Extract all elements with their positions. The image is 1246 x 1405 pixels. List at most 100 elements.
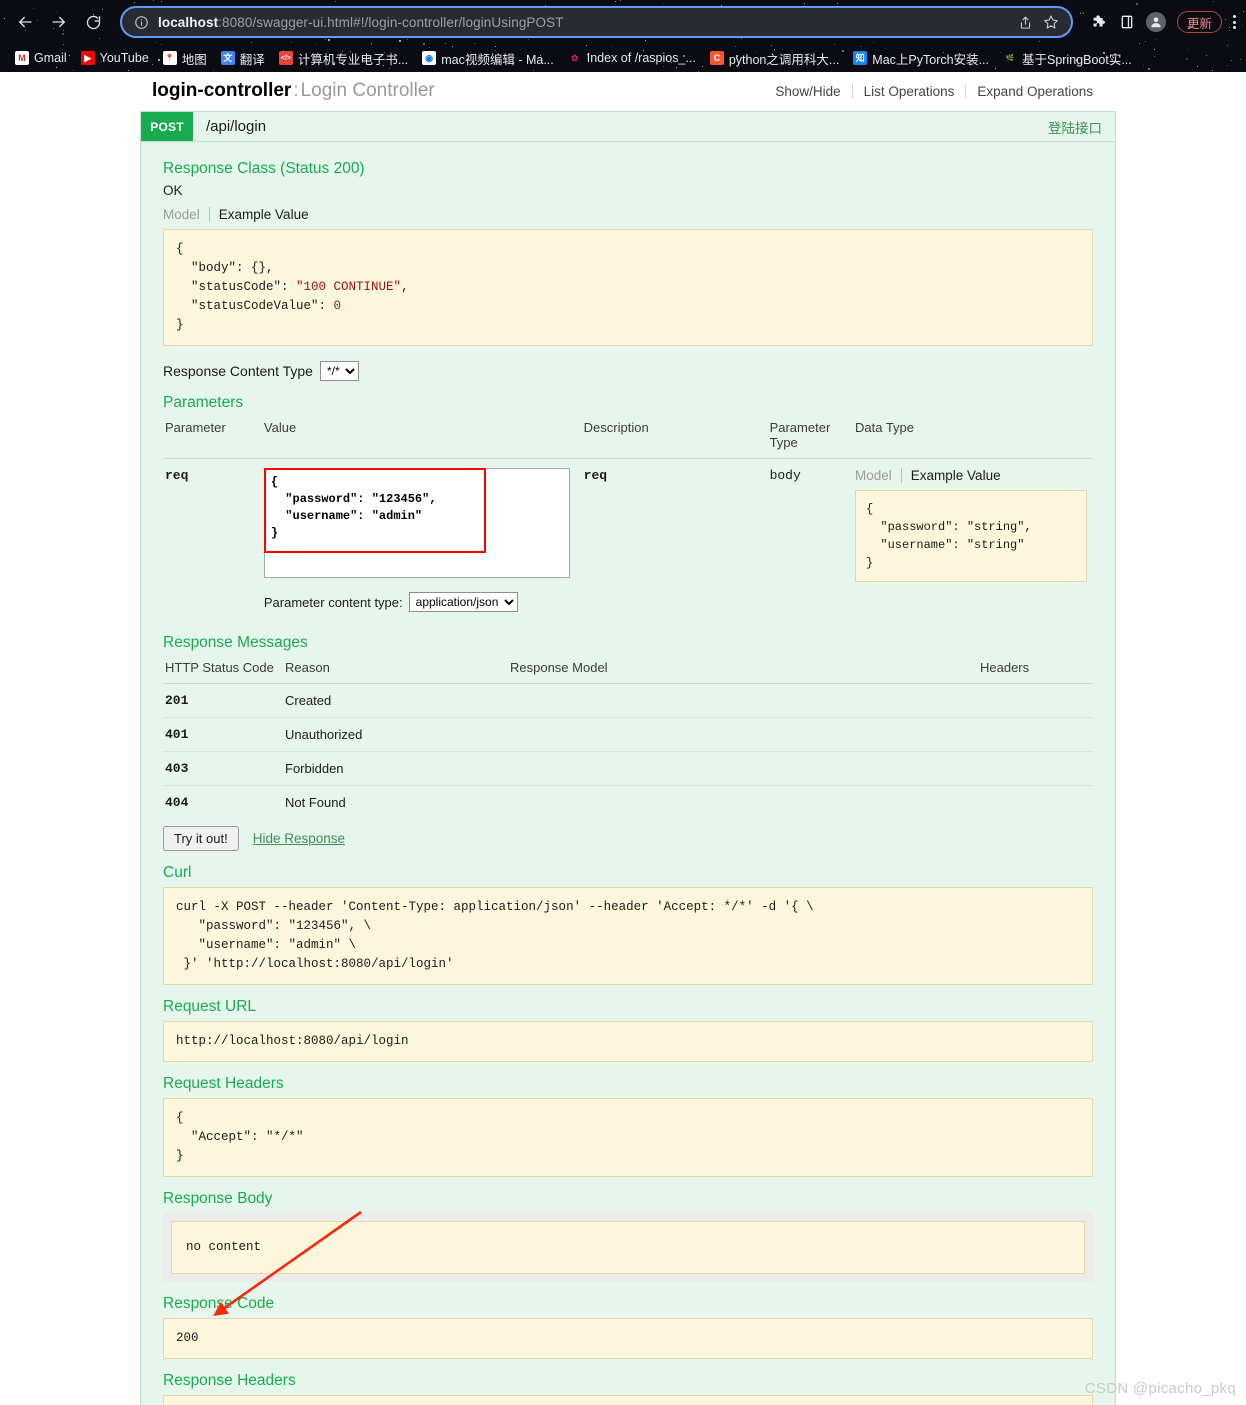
response-class-tabs: Model Example Value [163, 207, 1093, 222]
col-response-model: Response Model [508, 657, 978, 684]
url-path: :8080/swagger-ui.html#!/login-controller… [218, 14, 564, 30]
operation-block: POST /api/login 登陆接口 Response Class (Sta… [140, 111, 1116, 1405]
parameter-value-input[interactable] [263, 468, 570, 578]
bookmark-item-2[interactable]: 📍 地图 [156, 47, 214, 70]
translate-icon: 文 [220, 51, 235, 65]
chrome-icon: ◉ [422, 51, 437, 65]
response-messages-table: HTTP Status Code Reason Response Model H… [163, 657, 1093, 819]
bookmark-item-5[interactable]: ◉ mac视频编辑 - Ma... [415, 47, 561, 70]
response-message-headers [978, 751, 1093, 786]
bookmark-item-9[interactable]: 🌿 基于SpringBoot实... [996, 47, 1139, 70]
show-hide-link[interactable]: Show/Hide [764, 84, 851, 99]
reload-icon[interactable] [78, 7, 108, 37]
bookmark-item-7[interactable]: Cpython之调用科大... [703, 47, 846, 70]
resource-header: login-controller: Login Controller Show/H… [140, 72, 1116, 111]
parameter-content-type-label: Parameter content type: [263, 594, 403, 610]
raspberry-pi-icon: ✿ [567, 51, 582, 65]
list-operations-link[interactable]: List Operations [851, 84, 966, 99]
bookmark-label: 地图 [181, 52, 207, 67]
resource-description: Login Controller [300, 80, 435, 101]
bookmark-item-0[interactable]: M Gmail [8, 49, 74, 67]
col-headers: Headers [978, 657, 1093, 684]
csdn-icon: C [709, 51, 724, 65]
leaf-icon: 🌿 [1002, 51, 1017, 65]
parameter-name: req [165, 468, 189, 483]
update-button[interactable]: 更新 [1176, 11, 1222, 33]
site-info-icon[interactable] [134, 15, 149, 30]
browser-toolbar: localhost:8080/swagger-ui.html#!/login-c… [0, 0, 1246, 44]
share-icon[interactable] [1018, 15, 1033, 30]
side-panel-icon[interactable] [1119, 14, 1135, 30]
http-method-badge: POST [141, 112, 193, 141]
parameter-value-cell: Parameter content type: application/json [262, 459, 582, 622]
back-arrow-icon[interactable] [10, 7, 40, 37]
response-code-heading: Response Code [163, 1295, 275, 1312]
request-url-heading: Request URL [163, 998, 257, 1015]
parameter-content-type-select[interactable]: application/json [408, 592, 518, 612]
response-body-shell: no content [163, 1213, 1093, 1282]
operation-path[interactable]: /api/login [193, 112, 1048, 141]
bookmark-label: 计算机专业电子书... [297, 52, 409, 67]
table-row: 201 Created [163, 683, 1093, 718]
page-content-area: login-controller: Login Controller Show/H… [0, 72, 1246, 1405]
star-icon[interactable] [1043, 14, 1059, 30]
col-description: Description [581, 417, 768, 459]
three-dots-menu-icon[interactable] [1233, 15, 1236, 29]
resource-title: login-controller: Login Controller [152, 80, 435, 102]
response-message-reason: Not Found [285, 795, 346, 810]
col-parameter-type: Parameter Type [767, 417, 853, 459]
tab-model[interactable]: Model [855, 468, 901, 483]
swagger-ui-root: login-controller: Login Controller Show/H… [140, 72, 1116, 1405]
bookmark-label: python之调用科大... [728, 52, 840, 67]
response-message-reason: Created [283, 683, 508, 718]
bookmark-label: 翻译 [239, 52, 265, 67]
col-data-type: Data Type [853, 417, 1093, 459]
bookmark-item-8[interactable]: 知 Mac上PyTorch安装... [846, 47, 996, 70]
browser-actions: 更新 [1091, 11, 1236, 33]
bookmark-item-4[interactable]: </> 计算机专业电子书... [272, 47, 415, 70]
response-content-type-label: Response Content Type [163, 363, 313, 379]
expand-operations-link[interactable]: Expand Operations [965, 84, 1104, 99]
operation-summary: 登陆接口 [1048, 120, 1102, 136]
try-it-out-button[interactable]: Try it out! [163, 826, 239, 851]
parameters-heading: Parameters [163, 394, 244, 411]
response-content-type-select[interactable]: */* [319, 361, 359, 381]
response-message-model [508, 717, 978, 752]
parameter-content-type-row: Parameter content type: application/json [264, 592, 576, 612]
response-messages-body: 201 Created 401 Unauthorized 403 Forbidden 404… [163, 683, 1093, 820]
forward-arrow-icon[interactable] [44, 7, 74, 37]
data-type-tabs: Model Example Value [855, 468, 1087, 483]
bookmark-item-1[interactable]: ▶ YouTube [74, 49, 156, 67]
hide-response-link[interactable]: Hide Response [253, 831, 345, 846]
parameter-example-value: { "password": "string", "username": "str… [855, 490, 1087, 582]
address-bar-url: localhost:8080/swagger-ui.html#!/login-c… [158, 15, 1008, 30]
google-maps-icon: 📍 [162, 51, 177, 65]
bookmark-label: Gmail [34, 51, 67, 65]
curl-heading: Curl [163, 864, 192, 881]
parameter-type: body [769, 468, 801, 483]
bookmark-item-6[interactable]: ✿ Index of /raspios_... [561, 49, 703, 67]
resource-id[interactable]: login-controller [152, 80, 291, 101]
response-code-content: 200 [163, 1318, 1093, 1359]
puzzle-piece-icon[interactable] [1091, 14, 1108, 31]
request-url-content: http://localhost:8080/api/login [163, 1021, 1093, 1062]
table-row: 403 Forbidden [163, 751, 1093, 786]
tab-model[interactable]: Model [163, 207, 209, 222]
curl-content: curl -X POST --header 'Content-Type: app… [163, 887, 1093, 985]
operation-bar[interactable]: POST /api/login 登陆接口 [141, 112, 1115, 142]
request-headers-heading: Request Headers [163, 1075, 284, 1092]
response-message-headers [978, 683, 1093, 718]
tab-example-value[interactable]: Example Value [900, 468, 1001, 483]
operation-body: Response Class (Status 200) OK Model Exa… [141, 142, 1115, 1405]
col-parameter: Parameter [163, 417, 262, 459]
address-bar[interactable]: localhost:8080/swagger-ui.html#!/login-c… [120, 6, 1073, 38]
tab-example-value[interactable]: Example Value [208, 207, 309, 222]
bookmark-item-3[interactable]: 文翻译 [214, 47, 272, 70]
response-message-model [508, 683, 978, 718]
operation-actions: Try it out! Hide Response [163, 826, 1093, 851]
response-message-model [508, 751, 978, 786]
table-row: 404 Not Found [163, 786, 1093, 820]
response-message-code: 404 [165, 795, 189, 810]
table-row: req Parameter content type: application/… [163, 459, 1093, 622]
profile-avatar-icon[interactable] [1145, 12, 1166, 32]
